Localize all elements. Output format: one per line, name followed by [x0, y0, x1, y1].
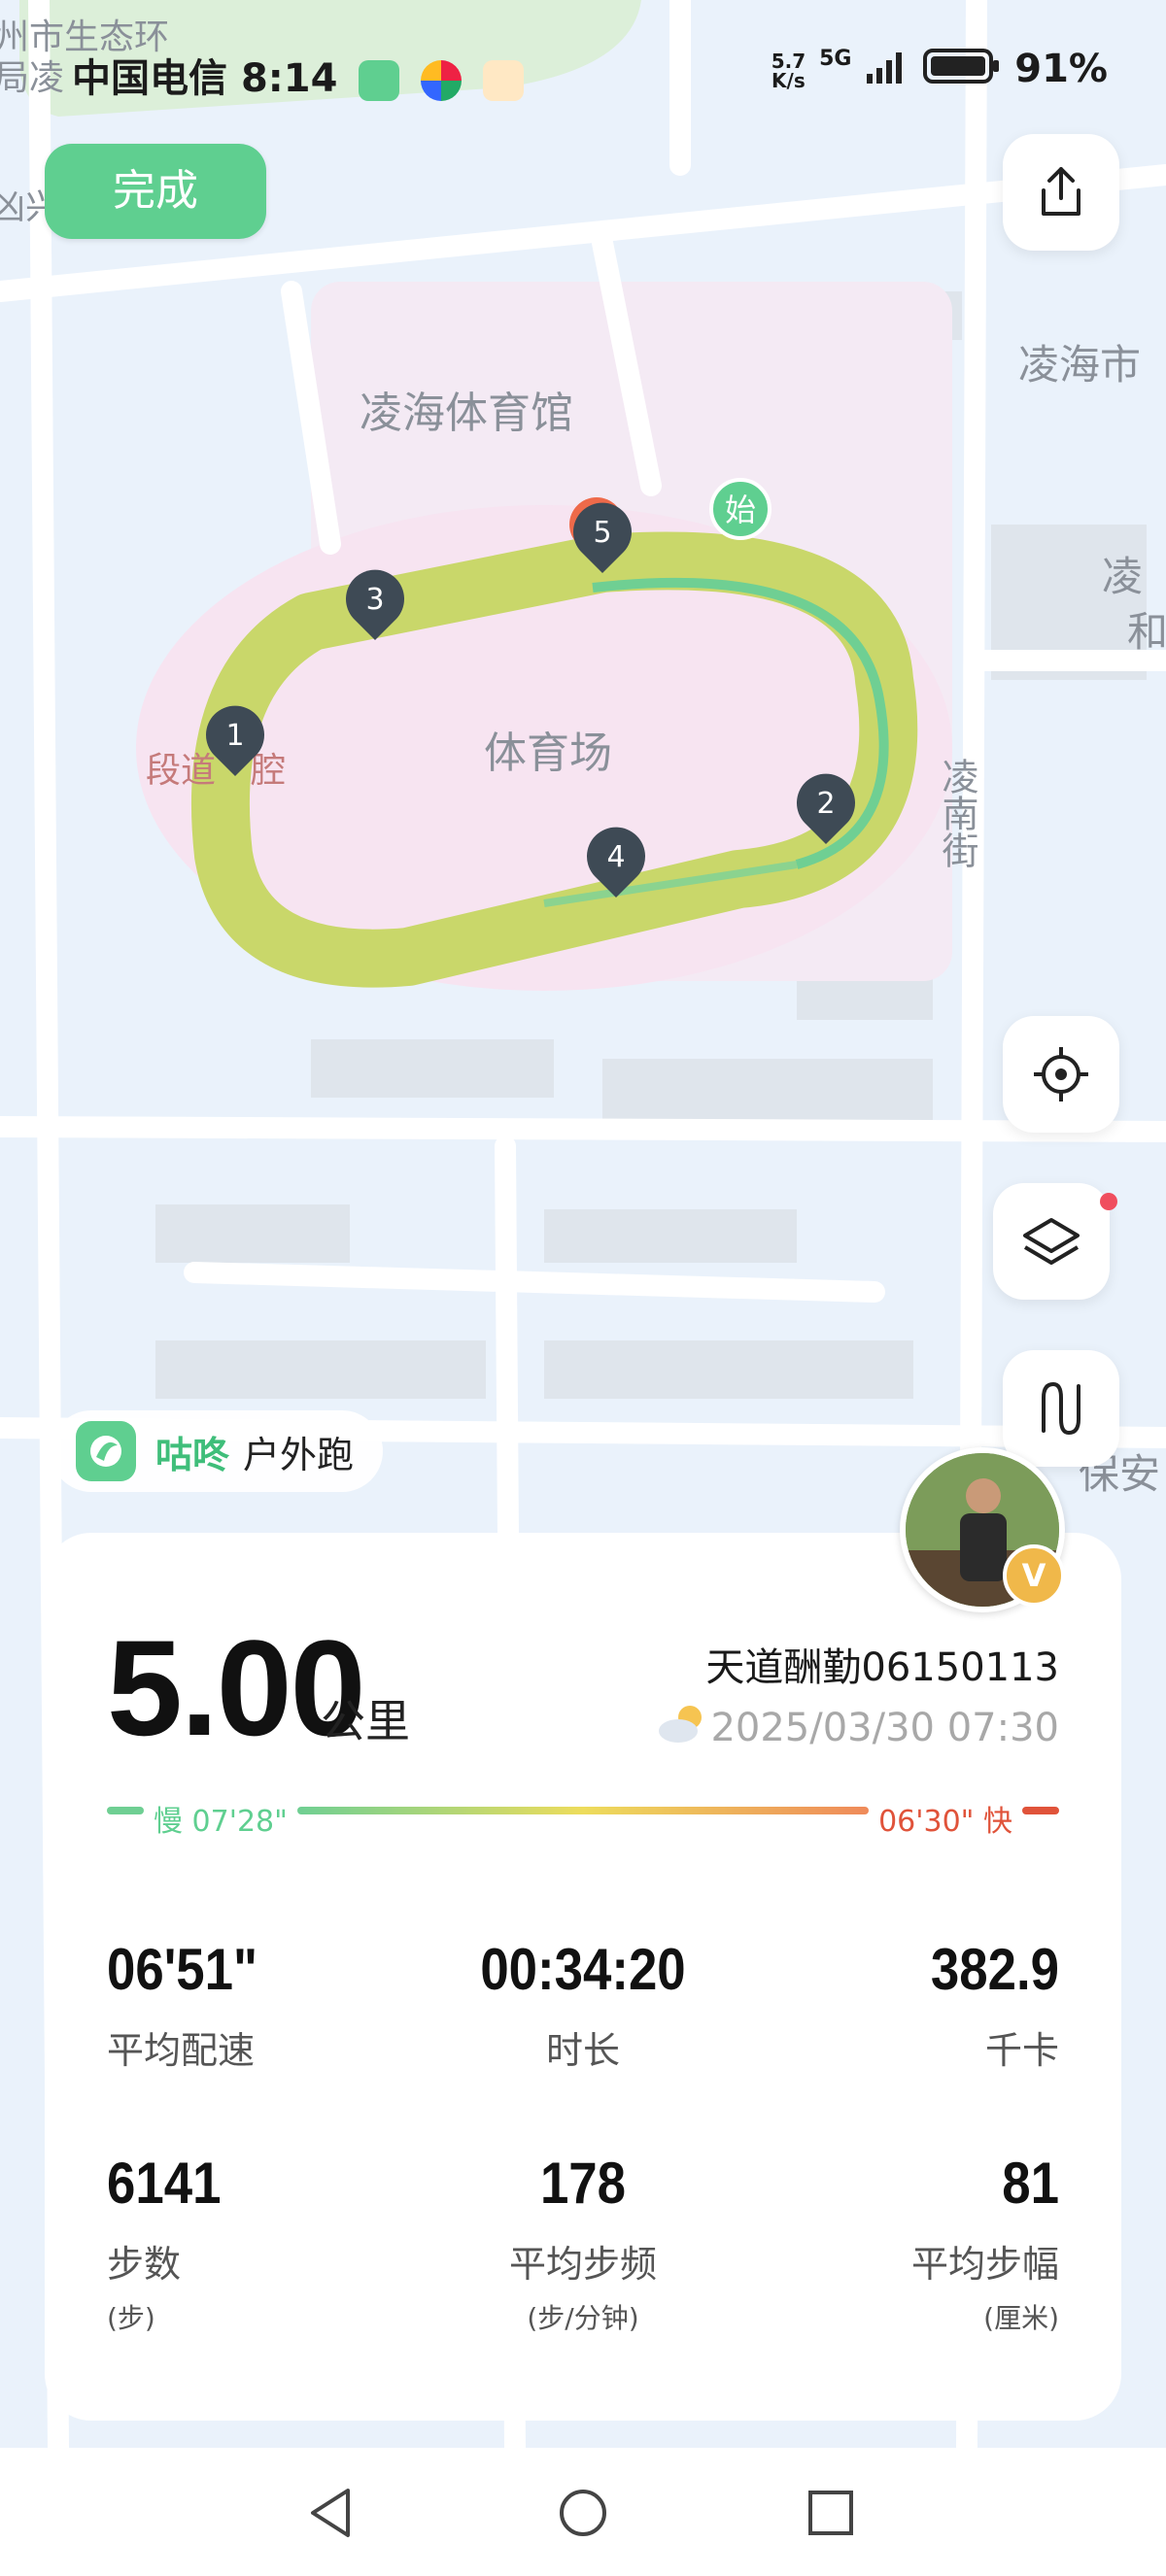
stat-label: 时长: [545, 2029, 620, 2072]
start-marker[interactable]: 始: [709, 478, 772, 540]
map-label: 和: [1127, 608, 1166, 656]
stat-value: 382.9: [930, 1937, 1059, 2002]
layers-button[interactable]: [993, 1183, 1110, 1300]
carrier-label: 中国电信: [72, 56, 227, 101]
stat-steps: 6141 步数 (步): [107, 2154, 437, 2336]
stat-avg-pace: 06'51" 平均配速: [107, 1941, 437, 2074]
network-type: 5G: [819, 47, 852, 71]
app-notification-icon: [421, 60, 463, 101]
route-marker-label: 1: [225, 719, 244, 753]
pace-slow-label: 慢 07'28": [154, 1805, 288, 1839]
home-nav-icon[interactable]: [549, 2479, 617, 2547]
recents-nav-icon[interactable]: [797, 2479, 865, 2547]
map-label-stadium: 体育场: [484, 729, 612, 778]
net-speed: 5.7 K/s: [771, 50, 806, 92]
stat-label: 千卡: [984, 2029, 1059, 2072]
stat-unit: (步/分钟): [527, 2302, 639, 2334]
done-button[interactable]: 完成: [45, 144, 266, 239]
battery-level: 91%: [1014, 47, 1108, 91]
stat-calories: 382.9 千卡: [729, 1941, 1059, 2074]
partly-cloudy-icon: [659, 1706, 702, 1743]
route-marker-label: 2: [816, 787, 835, 821]
map-label-clinic: 段道 腔: [146, 751, 286, 791]
signal-icon: [865, 49, 909, 93]
route-icon: [1042, 1381, 1080, 1436]
layers-icon: [1023, 1218, 1080, 1265]
stat-cadence: 178 平均步频 (步/分钟): [418, 2154, 748, 2336]
stat-label: 步数: [107, 2243, 182, 2286]
codoon-logo-icon: [76, 1421, 136, 1481]
stat-label: 平均步幅: [910, 2243, 1059, 2286]
clock: 8:14: [240, 56, 338, 101]
brand-name: 咕咚: [155, 1433, 230, 1476]
stat-value: 06'51": [107, 1937, 258, 2002]
stat-label: 平均步频: [508, 2243, 657, 2286]
verified-badge-icon: V: [1003, 1544, 1065, 1607]
username: 天道酬勤06150113: [705, 1645, 1059, 1690]
stat-unit: (厘米): [983, 2302, 1059, 2334]
stat-value: 6141: [107, 2151, 222, 2216]
stat-value: 00:34:20: [480, 1937, 686, 2002]
app-notification-icon: [483, 60, 525, 101]
distance-unit: 公里: [321, 1695, 410, 1747]
stat-stride: 81 平均步幅 (厘米): [729, 2154, 1059, 2336]
system-nav-bar: [0, 2448, 1166, 2576]
back-nav-icon[interactable]: [297, 2479, 365, 2547]
route-marker-label: 5: [593, 516, 611, 550]
status-bar: 中国电信 8:14 5.7 K/s 5G 91%: [0, 0, 1166, 146]
brand-pill: 咕咚 户外跑: [51, 1410, 384, 1492]
route-marker-label: 4: [606, 840, 625, 874]
route-marker-label: 3: [365, 583, 384, 617]
map-label-gym: 凌海体育馆: [360, 389, 573, 438]
notification-dot: [1100, 1193, 1117, 1210]
pace-fast-label: 06'30" 快: [878, 1805, 1012, 1839]
share-icon: [1042, 167, 1080, 216]
run-summary-card: 5.00 公里 天道酬勤06150113 2025/03/30 07:30 慢 …: [45, 1533, 1121, 2421]
app-notification-icon: [359, 60, 400, 101]
start-marker-label: 始: [725, 491, 756, 528]
stat-duration: 00:34:20 时长: [418, 1941, 748, 2074]
run-datetime: 2025/03/30 07:30: [710, 1706, 1059, 1750]
map-label: 凌: [1102, 553, 1143, 600]
stat-value: 178: [539, 2151, 627, 2216]
share-button[interactable]: [1003, 134, 1119, 251]
map-label-street: 凌南街: [936, 758, 978, 868]
battery-icon: [923, 47, 1001, 95]
route-toggle-button[interactable]: [1003, 1350, 1119, 1467]
map-label: 凌海市: [1018, 341, 1141, 389]
stat-label: 平均配速: [107, 2029, 256, 2072]
locate-button[interactable]: [1003, 1016, 1119, 1133]
stat-value: 81: [1002, 2151, 1059, 2216]
locate-icon: [1034, 1047, 1088, 1102]
activity-type: 户外跑: [243, 1433, 355, 1476]
stat-unit: (步): [107, 2302, 155, 2334]
